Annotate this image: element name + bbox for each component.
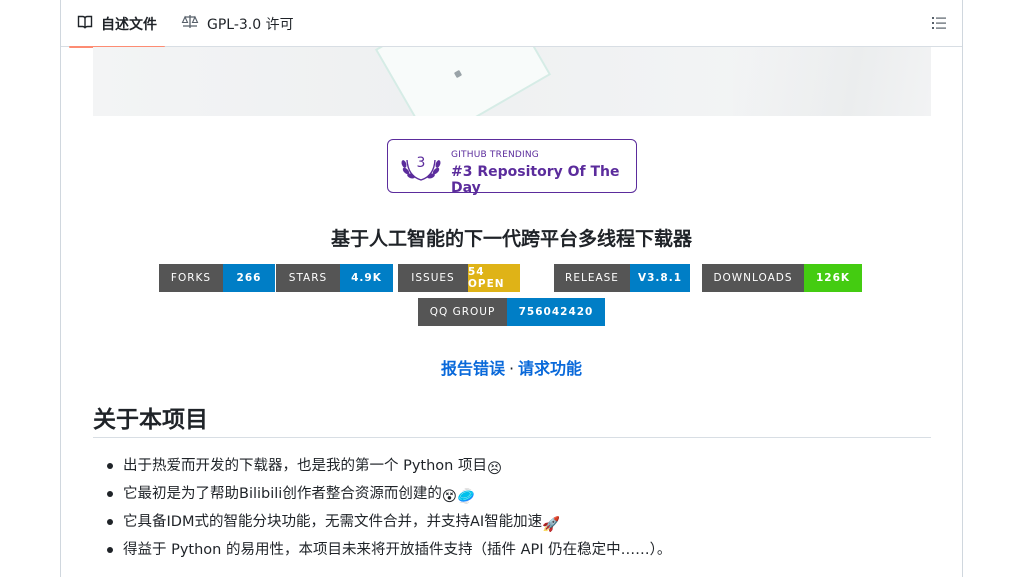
badge-downloads[interactable]: DOWNLOADS 126K [702,264,862,292]
report-bug-link[interactable]: 报告错误 [441,359,505,378]
badge-value: V3.8.1 [630,264,690,292]
badge-qq-group[interactable]: QQ GROUP 756042420 [418,298,605,326]
tab-readme[interactable]: 自述文件 [69,0,165,48]
list-item: 得益于 Python 的易用性，本项目未来将开放插件支持（插件 API 仍在稳定… [93,540,931,568]
badge-stars[interactable]: STARS 4.9K [276,264,393,292]
list-item: 出于热爱而开发的下载器，也是我的第一个 Python 项目😣 [93,456,931,484]
list-item-text: 它最初是为了帮助Bilibili创作者整合资源而创建的 [123,486,442,502]
tab-readme-label: 自述文件 [101,16,157,33]
badge-label: FORKS [159,264,223,292]
scale-icon [181,14,199,34]
book-icon [77,14,93,34]
badge-value: 266 [223,264,275,292]
readme-tab-bar: 自述文件 GPL-3.0 许可 [61,0,962,48]
rocket-emoji: 🚀 [542,517,561,533]
readme-container: 自述文件 GPL-3.0 许可 3 GITHUB TRENDING #3 Rep… [60,0,963,577]
badge-release[interactable]: RELEASE V3.8.1 [554,264,690,292]
about-list: 出于热爱而开发的下载器，也是我的第一个 Python 项目😣 它最初是为了帮助B… [93,456,931,568]
tab-license[interactable]: GPL-3.0 许可 [173,0,302,47]
badge-label: STARS [276,264,340,292]
list-item-text: 得益于 Python 的易用性，本项目未来将开放插件支持（插件 API 仍在稳定… [123,542,672,558]
badge-issues[interactable]: ISSUES 54 OPEN [398,264,520,292]
list-item: 它具备IDM式的智能分块功能，无需文件合并，并支持AI智能加速🚀 [93,512,931,540]
list-item-text: 它具备IDM式的智能分块功能，无需文件合并，并支持AI智能加速 [123,514,543,530]
trending-rank: 3 [417,155,426,171]
list-outline-icon[interactable] [930,14,948,32]
trending-big-text: #3 Repository Of The Day [451,164,620,196]
badge-label: QQ GROUP [418,298,507,326]
link-separator: · [508,359,515,378]
laurel-icon: 3 [401,155,441,181]
badge-forks[interactable]: FORKS 266 [159,264,275,292]
badge-value: 54 OPEN [468,264,520,292]
github-trending-badge[interactable]: 3 GITHUB TRENDING #3 Repository Of The D… [387,139,637,196]
request-feature-link[interactable]: 请求功能 [518,359,582,378]
badge-label: RELEASE [554,264,630,292]
badge-value: 126K [804,264,862,292]
about-heading: 关于本项目 [93,400,931,438]
action-links: 报告错误 · 请求功能 [61,355,962,379]
list-item-text: 出于热爱而开发的下载器，也是我的第一个 Python 项目 [123,458,487,474]
badge-value: 756042420 [507,298,605,326]
badge-label: DOWNLOADS [702,264,804,292]
list-item: 它最初是为了帮助Bilibili创作者整合资源而创建的😵🥏 [93,484,931,512]
trending-small-text: GITHUB TRENDING [451,150,539,160]
persevering-face-emoji: 😣 [486,461,503,477]
badge-label: ISSUES [398,264,468,292]
badge-value: 4.9K [340,264,393,292]
banner-image [93,47,931,116]
tab-license-label: GPL-3.0 许可 [207,16,294,33]
dizzy-face-emoji: 😵🥏 [441,489,475,505]
project-title: 基于人工智能的下一代跨平台多线程下载器 [330,228,692,250]
